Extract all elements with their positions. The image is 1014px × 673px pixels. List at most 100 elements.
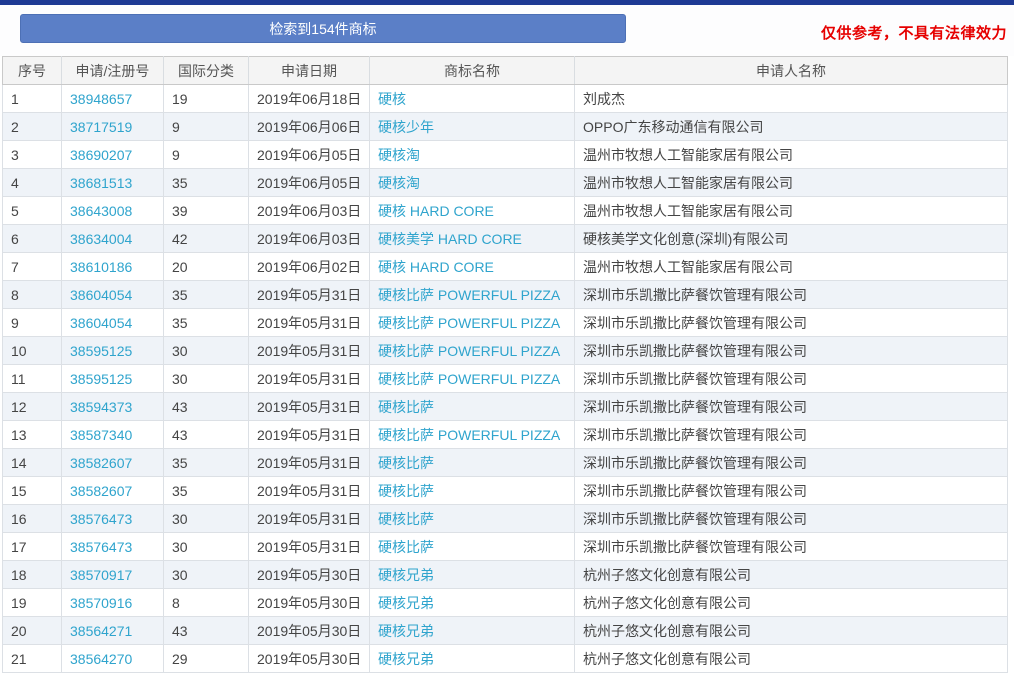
- trademark-name-link[interactable]: 硬核比萨: [378, 455, 434, 471]
- cell-application-date: 2019年06月06日: [248, 112, 370, 141]
- registration-number-link[interactable]: 38681513: [70, 175, 132, 191]
- table-cell: 38604054: [61, 280, 164, 309]
- cell-application-date: 2019年06月03日: [248, 224, 370, 253]
- table-cell: 硬核比萨 POWERFUL PIZZA: [369, 364, 575, 393]
- registration-number-link[interactable]: 38576473: [70, 511, 132, 527]
- registration-number-link[interactable]: 38610186: [70, 259, 132, 275]
- trademark-name-link[interactable]: 硬核比萨 POWERFUL PIZZA: [378, 371, 560, 387]
- registration-number-link[interactable]: 38595125: [70, 343, 132, 359]
- table-row: 16 38576473 30 2019年05月31日 硬核比萨 深圳市乐凯撒比萨餐饮管理有…: [2, 504, 1008, 533]
- table-row: 17 38576473 30 2019年05月31日 硬核比萨 深圳市乐凯撒比萨餐饮管理有…: [2, 532, 1008, 561]
- cell-application-date: 2019年06月02日: [248, 252, 370, 281]
- registration-number-link[interactable]: 38595125: [70, 371, 132, 387]
- legal-disclaimer-text: 仅供参考，不具有法律效力: [820, 25, 1007, 42]
- registration-number-link[interactable]: 38634004: [70, 231, 132, 247]
- trademark-name-link[interactable]: 硬核兄弟: [378, 623, 434, 639]
- trademark-name-link[interactable]: 硬核比萨: [378, 539, 434, 555]
- table-cell: 38681513: [61, 168, 164, 197]
- cell-application-date: 2019年06月03日: [248, 196, 370, 225]
- registration-number-link[interactable]: 38570916: [70, 595, 132, 611]
- cell-intl-class: 35: [163, 280, 249, 309]
- registration-number-link[interactable]: 38582607: [70, 455, 132, 471]
- trademark-name-link[interactable]: 硬核比萨 POWERFUL PIZZA: [378, 315, 560, 331]
- trademark-name-link[interactable]: 硬核兄弟: [378, 651, 434, 667]
- cell-applicant-name: 杭州子悠文化创意有限公司: [574, 616, 1008, 645]
- cell-applicant-name: OPPO广东移动通信有限公司: [574, 112, 1008, 141]
- trademark-name-link[interactable]: 硬核比萨 POWERFUL PIZZA: [378, 427, 560, 443]
- header-intl-class: 国际分类: [163, 56, 249, 85]
- registration-number-link[interactable]: 38576473: [70, 539, 132, 555]
- table-row: 14 38582607 35 2019年05月31日 硬核比萨 深圳市乐凯撒比萨餐饮管理有…: [2, 448, 1008, 477]
- cell-intl-class: 29: [163, 644, 249, 673]
- table-row: 3 38690207 9 2019年06月05日 硬核淘 温州市牧想人工智能家居有限公司: [2, 140, 1008, 169]
- cell-applicant-name: 杭州子悠文化创意有限公司: [574, 644, 1008, 673]
- trademark-name-link[interactable]: 硬核美学 HARD CORE: [378, 231, 522, 247]
- cell-serial-number: 15: [2, 476, 62, 505]
- trademark-name-link[interactable]: 硬核 HARD CORE: [378, 259, 494, 275]
- registration-number-link[interactable]: 38604054: [70, 287, 132, 303]
- cell-applicant-name: 深圳市乐凯撒比萨餐饮管理有限公司: [574, 336, 1008, 365]
- registration-number-link[interactable]: 38564270: [70, 651, 132, 667]
- registration-number-link[interactable]: 38690207: [70, 147, 132, 163]
- table-cell: 38610186: [61, 252, 164, 281]
- table-cell: 硬核比萨 POWERFUL PIZZA: [369, 336, 575, 365]
- trademark-name-link[interactable]: 硬核少年: [378, 119, 434, 135]
- trademark-name-link[interactable]: 硬核兄弟: [378, 567, 434, 583]
- table-cell: 硬核兄弟: [369, 644, 575, 673]
- registration-number-link[interactable]: 38582607: [70, 483, 132, 499]
- cell-applicant-name: 深圳市乐凯撒比萨餐饮管理有限公司: [574, 476, 1008, 505]
- trademark-name-link[interactable]: 硬核比萨: [378, 483, 434, 499]
- trademark-name-link[interactable]: 硬核淘: [378, 175, 420, 191]
- results-banner: 检索到154件商标 仅供参考，不具有法律效力: [0, 5, 1014, 56]
- cell-application-date: 2019年05月30日: [248, 560, 370, 589]
- cell-intl-class: 30: [163, 336, 249, 365]
- table-row: 20 38564271 43 2019年05月30日 硬核兄弟 杭州子悠文化创意有限公司: [2, 616, 1008, 645]
- table-cell: 38604054: [61, 308, 164, 337]
- cell-application-date: 2019年05月30日: [248, 616, 370, 645]
- cell-serial-number: 19: [2, 588, 62, 617]
- cell-applicant-name: 刘成杰: [574, 84, 1008, 113]
- table-row: 11 38595125 30 2019年05月31日 硬核比萨 POWERFUL PIZ…: [2, 364, 1008, 393]
- table-row: 10 38595125 30 2019年05月31日 硬核比萨 POWERFUL PIZ…: [2, 336, 1008, 365]
- trademark-name-link[interactable]: 硬核比萨 POWERFUL PIZZA: [378, 287, 560, 303]
- cell-serial-number: 3: [2, 140, 62, 169]
- trademark-name-link[interactable]: 硬核比萨 POWERFUL PIZZA: [378, 343, 560, 359]
- registration-number-link[interactable]: 38587340: [70, 427, 132, 443]
- table-row: 18 38570917 30 2019年05月30日 硬核兄弟 杭州子悠文化创意有限公司: [2, 560, 1008, 589]
- table-cell: 38587340: [61, 420, 164, 449]
- cell-application-date: 2019年06月05日: [248, 140, 370, 169]
- header-registration-number: 申请/注册号: [61, 56, 164, 85]
- cell-applicant-name: 硬核美学文化创意(深圳)有限公司: [574, 224, 1008, 253]
- cell-intl-class: 35: [163, 168, 249, 197]
- table-row: 19 38570916 8 2019年05月30日 硬核兄弟 杭州子悠文化创意有限公司: [2, 588, 1008, 617]
- registration-number-link[interactable]: 38643008: [70, 203, 132, 219]
- result-count-button[interactable]: 检索到154件商标: [20, 14, 626, 43]
- cell-applicant-name: 深圳市乐凯撒比萨餐饮管理有限公司: [574, 532, 1008, 561]
- registration-number-link[interactable]: 38570917: [70, 567, 132, 583]
- trademark-name-link[interactable]: 硬核: [378, 91, 406, 107]
- trademark-name-link[interactable]: 硬核兄弟: [378, 595, 434, 611]
- cell-serial-number: 2: [2, 112, 62, 141]
- cell-serial-number: 5: [2, 196, 62, 225]
- cell-application-date: 2019年05月31日: [248, 420, 370, 449]
- cell-applicant-name: 温州市牧想人工智能家居有限公司: [574, 196, 1008, 225]
- header-trademark-name: 商标名称: [369, 56, 575, 85]
- cell-intl-class: 43: [163, 392, 249, 421]
- registration-number-link[interactable]: 38594373: [70, 399, 132, 415]
- registration-number-link[interactable]: 38948657: [70, 91, 132, 107]
- table-row: 8 38604054 35 2019年05月31日 硬核比萨 POWERFUL PIZZ…: [2, 280, 1008, 309]
- cell-application-date: 2019年05月31日: [248, 532, 370, 561]
- trademark-name-link[interactable]: 硬核淘: [378, 147, 420, 163]
- trademark-name-link[interactable]: 硬核比萨: [378, 511, 434, 527]
- cell-application-date: 2019年06月05日: [248, 168, 370, 197]
- cell-application-date: 2019年05月30日: [248, 644, 370, 673]
- registration-number-link[interactable]: 38604054: [70, 315, 132, 331]
- trademark-name-link[interactable]: 硬核 HARD CORE: [378, 203, 494, 219]
- header-application-date: 申请日期: [248, 56, 370, 85]
- cell-applicant-name: 温州市牧想人工智能家居有限公司: [574, 140, 1008, 169]
- registration-number-link[interactable]: 38564271: [70, 623, 132, 639]
- trademark-name-link[interactable]: 硬核比萨: [378, 399, 434, 415]
- table-cell: 硬核 HARD CORE: [369, 252, 575, 281]
- table-row: 15 38582607 35 2019年05月31日 硬核比萨 深圳市乐凯撒比萨餐饮管理有…: [2, 476, 1008, 505]
- registration-number-link[interactable]: 38717519: [70, 119, 132, 135]
